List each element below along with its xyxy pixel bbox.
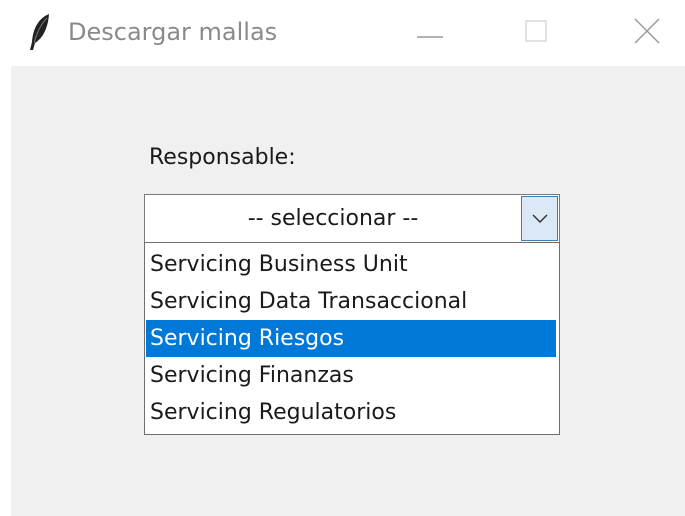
responsable-label: Responsable: [149,145,296,170]
combobox-value: -- seleccionar -- [247,206,419,231]
option-servicing-regulatorios[interactable]: Servicing Regulatorios [146,394,556,431]
combobox-dropdown-button[interactable] [521,196,558,241]
minimize-button[interactable] [380,0,480,66]
close-button[interactable] [597,0,685,66]
option-servicing-finanzas[interactable]: Servicing Finanzas [146,357,556,394]
option-servicing-data-transaccional[interactable]: Servicing Data Transaccional [146,283,556,320]
maximize-icon [525,20,547,46]
feather-icon [27,12,53,52]
responsable-options-list[interactable]: Servicing Business Unit Servicing Data T… [144,242,560,435]
option-servicing-business-unit[interactable]: Servicing Business Unit [146,246,556,283]
responsable-combobox[interactable]: -- seleccionar -- [144,194,560,243]
title-bar[interactable]: Descargar mallas [0,0,685,66]
chevron-down-icon [531,209,548,228]
app-window: Descargar mallas Responsable: -- selecci… [0,0,685,516]
maximize-button[interactable] [486,0,586,66]
window-title: Descargar mallas [68,18,278,46]
option-servicing-riesgos[interactable]: Servicing Riesgos [146,320,556,357]
minimize-icon [417,24,443,43]
close-icon [634,18,660,48]
